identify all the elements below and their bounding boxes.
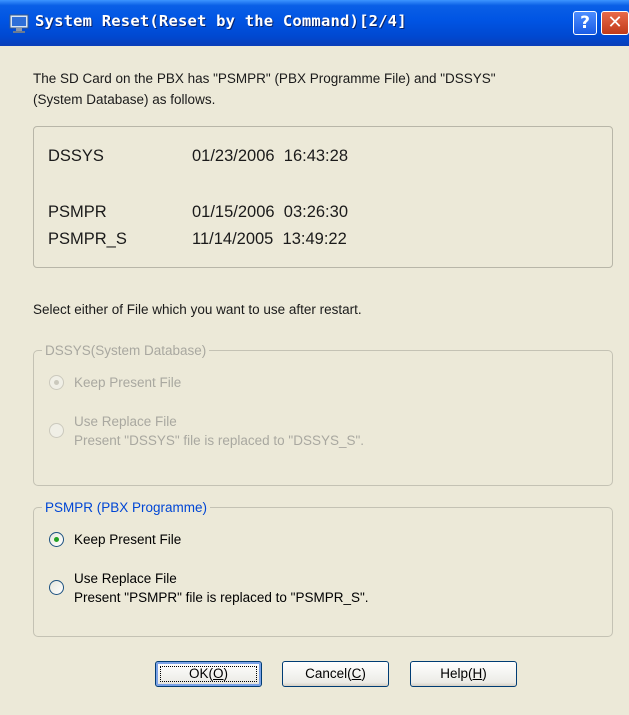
file-date: 01/23/2006 <box>192 147 275 165</box>
file-date: 01/15/2006 <box>192 203 275 221</box>
dssys-group: DSSYS(System Database) Keep Present File… <box>33 342 613 486</box>
file-name: DSSYS <box>48 147 104 165</box>
help-icon[interactable]: ? <box>573 11 597 35</box>
title-bar[interactable]: System Reset(Reset by the Command)[2/4] … <box>0 0 629 46</box>
radio-selected-dot <box>54 537 59 542</box>
dssys-replace-desc: Present "DSSYS" file is replaced to "DSS… <box>74 433 365 448</box>
file-time: 03:26:30 <box>283 203 348 221</box>
intro-line-2: (System Database) as follows. <box>33 92 216 107</box>
psmpr-group: PSMPR (PBX Programme) Keep Present File … <box>33 499 613 637</box>
file-date: 11/14/2005 <box>192 230 274 248</box>
intro-line-1: The SD Card on the PBX has "PSMPR" (PBX … <box>33 71 496 86</box>
close-icon[interactable]: ✕ <box>601 11 629 35</box>
psmpr-replace-desc: Present "PSMPR" file is replaced to "PSM… <box>74 590 369 605</box>
cancel-accelerator: C <box>351 666 362 681</box>
dssys-replace-label: Use Replace File <box>74 414 177 429</box>
dialog-window: System Reset(Reset by the Command)[2/4] … <box>0 0 629 715</box>
cancel-label: Cancel( <box>305 666 352 681</box>
focus-ring <box>160 666 257 682</box>
psmpr-replace-label: Use Replace File <box>74 571 177 586</box>
file-time: 13:49:22 <box>282 230 347 248</box>
help-label: Help( <box>440 666 473 681</box>
radio-button[interactable] <box>49 423 64 438</box>
select-prompt: Select either of File which you want to … <box>33 302 362 317</box>
help-suffix: ) <box>482 666 487 681</box>
window-title: System Reset(Reset by the Command)[2/4] <box>35 12 407 30</box>
psmpr-keep-label: Keep Present File <box>74 532 182 547</box>
file-time: 16:43:28 <box>283 147 348 165</box>
cancel-suffix: ) <box>361 666 366 681</box>
dssys-group-title: DSSYS(System Database) <box>42 342 210 359</box>
file-row: DSSYS 01/23/2006 16:43:28 <box>48 147 348 166</box>
radio-button[interactable] <box>49 375 64 390</box>
psmpr-group-title: PSMPR (PBX Programme) <box>42 499 211 516</box>
dssys-keep-label: Keep Present File <box>74 375 182 390</box>
file-row: PSMPR 01/15/2006 03:26:30 <box>48 203 348 222</box>
ok-button[interactable]: OK(O) <box>155 661 262 687</box>
file-name: PSMPR <box>48 203 107 221</box>
intro-text: The SD Card on the PBX has "PSMPR" (PBX … <box>33 68 593 110</box>
computer-icon <box>9 14 29 33</box>
radio-button[interactable] <box>49 580 64 595</box>
file-row: PSMPR_S 11/14/2005 13:49:22 <box>48 230 347 249</box>
file-name: PSMPR_S <box>48 230 127 248</box>
radio-button[interactable] <box>49 532 64 547</box>
file-list-box: DSSYS 01/23/2006 16:43:28 PSMPR 01/15/2006… <box>33 126 613 268</box>
help-accelerator: H <box>472 666 483 681</box>
cancel-button[interactable]: Cancel(C) <box>282 661 389 687</box>
help-button[interactable]: Help(H) <box>410 661 517 687</box>
radio-selected-dot <box>54 380 59 385</box>
